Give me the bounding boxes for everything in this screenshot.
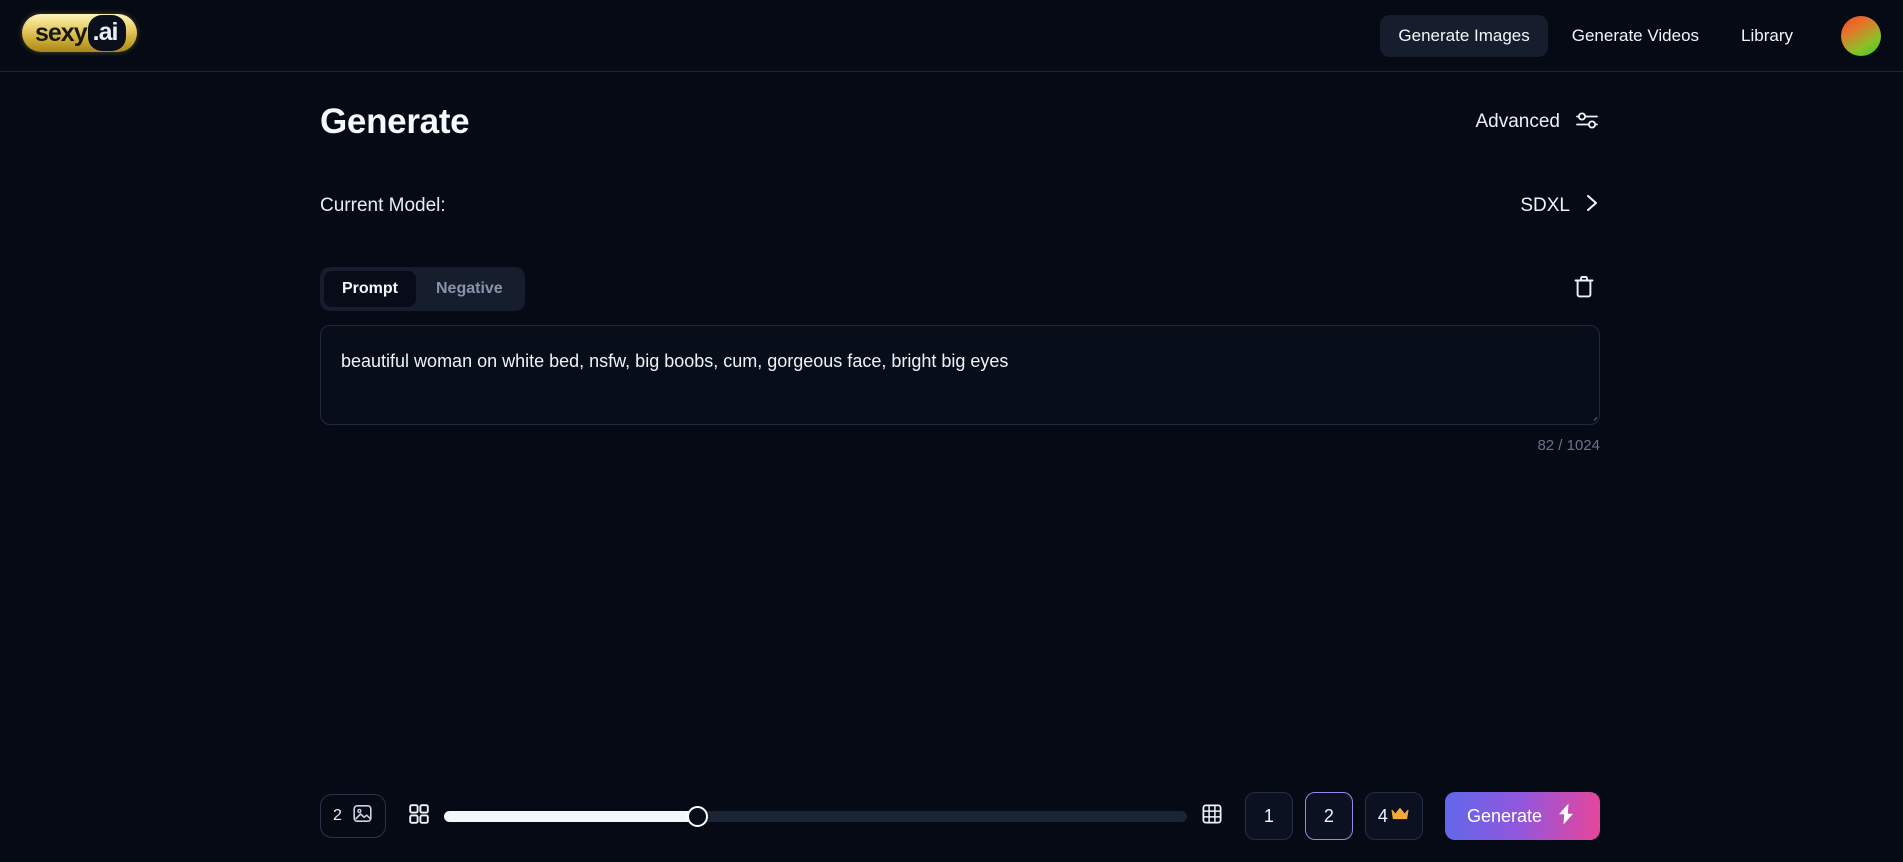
crown-icon	[1390, 806, 1410, 827]
nav-item-library[interactable]: Library	[1723, 15, 1811, 57]
image-count-value: 2	[333, 807, 342, 824]
app-header: sexy .ai Generate Images Generate Videos…	[0, 0, 1903, 72]
generate-panel: Generate Advanced Current Model: SDXL Pr…	[320, 72, 1600, 454]
prompt-tabs: Prompt Negative	[320, 267, 525, 311]
prompt-text: beautiful woman on white bed, nsfw, big …	[341, 351, 1009, 371]
image-count-badge[interactable]: 2	[320, 794, 386, 838]
trash-icon	[1572, 274, 1596, 305]
avatar[interactable]	[1841, 16, 1881, 56]
chevron-right-icon	[1584, 192, 1600, 219]
tab-negative[interactable]: Negative	[418, 271, 521, 307]
grid-2x2-icon[interactable]	[408, 803, 430, 830]
logo-text-primary: sexy	[35, 18, 88, 47]
resolution-slider-area	[408, 803, 1223, 830]
char-counter: 82 / 1024	[1537, 437, 1600, 454]
prompt-tabs-row: Prompt Negative	[320, 267, 1600, 311]
current-model-row[interactable]: Current Model: SDXL	[320, 192, 1600, 219]
resize-handle[interactable]	[1581, 406, 1597, 422]
clear-prompt-button[interactable]	[1568, 270, 1600, 309]
nav-item-generate-images[interactable]: Generate Images	[1380, 15, 1548, 57]
logo-text-secondary: .ai	[87, 15, 127, 51]
slider-track-fill	[443, 810, 697, 822]
tab-prompt[interactable]: Prompt	[324, 271, 416, 307]
image-icon	[352, 803, 373, 829]
sliders-icon	[1574, 109, 1600, 136]
batch-count-2[interactable]: 2	[1304, 792, 1353, 840]
current-model-value: SDXL	[1520, 194, 1570, 216]
generate-button-label: Generate	[1466, 805, 1542, 826]
generate-button[interactable]: Generate	[1444, 792, 1600, 840]
nav-item-generate-videos[interactable]: Generate Videos	[1554, 15, 1717, 57]
main-nav: Generate Images Generate Videos Library	[1380, 0, 1881, 72]
logo[interactable]: sexy .ai	[22, 14, 137, 52]
title-row: Generate Advanced	[320, 72, 1600, 142]
batch-count-buttons: 1 2 4	[1244, 792, 1423, 840]
bottom-toolbar: 2 1 2 4 Generate	[320, 792, 1600, 840]
advanced-settings-button[interactable]: Advanced	[1475, 109, 1600, 136]
prompt-textarea[interactable]: beautiful woman on white bed, nsfw, big …	[320, 325, 1600, 425]
lightning-bolt-icon	[1554, 801, 1578, 832]
slider-thumb[interactable]	[686, 805, 708, 827]
resolution-slider[interactable]	[443, 804, 1187, 828]
batch-count-1[interactable]: 1	[1244, 792, 1293, 840]
batch-count-4[interactable]: 4	[1364, 792, 1423, 840]
page-body: Generate Advanced Current Model: SDXL Pr…	[0, 72, 1903, 862]
current-model-label: Current Model:	[320, 194, 446, 216]
page-title: Generate	[320, 102, 470, 141]
current-model-value-wrap: SDXL	[1520, 192, 1600, 219]
grid-3x3-icon[interactable]	[1201, 803, 1223, 830]
batch-count-4-label: 4	[1377, 805, 1388, 826]
advanced-label: Advanced	[1475, 111, 1560, 132]
